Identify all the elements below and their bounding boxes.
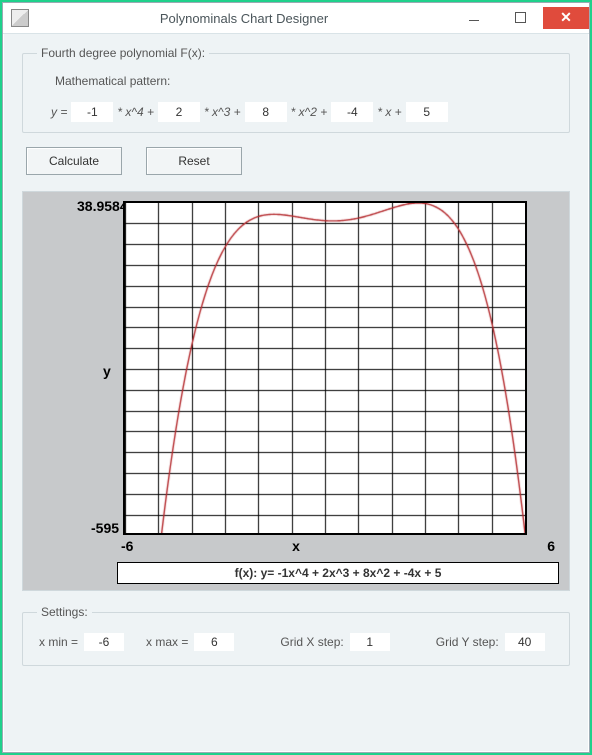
tok-x4: * x^4 + [117,105,154,119]
app-icon [11,9,29,27]
plot-wrapper: 38.9584 y -595 -6 x 6 [29,198,563,556]
x-max-label: 6 [547,538,555,554]
app-window: Polynominals Chart Designer ✕ Fourth deg… [2,2,590,753]
pattern-label: Mathematical pattern: [55,74,555,88]
x-min-label: -6 [121,538,133,554]
polynomial-legend: Fourth degree polynomial F(x): [37,46,209,60]
gridy-label: Grid Y step: [436,635,499,649]
client-area: Fourth degree polynomial F(x): Mathemati… [4,34,588,751]
tok-x2: * x^2 + [291,105,328,119]
function-label: f(x): y= -1x^4 + 2x^3 + 8x^2 + -4x + 5 [117,562,559,584]
coef-x4-input[interactable] [71,102,113,122]
titlebar[interactable]: Polynominals Chart Designer ✕ [3,3,589,34]
coef-x1-input[interactable] [331,102,373,122]
y-axis-label: y [103,363,111,379]
gridy-input[interactable] [505,633,545,651]
xmin-label: x min = [39,635,78,649]
chart-panel: 38.9584 y -595 -6 x 6 f(x): y= -1x^4 + 2… [22,191,570,591]
tok-x1: * x + [377,105,401,119]
y-min-label: -595 [91,520,119,536]
coef-x3-input[interactable] [158,102,200,122]
calculate-button[interactable]: Calculate [26,147,122,175]
xmin-input[interactable] [84,633,124,651]
xmax-input[interactable] [194,633,234,651]
close-button[interactable]: ✕ [543,7,589,29]
maximize-button[interactable] [497,7,543,29]
y-max-label: 38.9584 [77,198,128,214]
polynomial-row: y = * x^4 + * x^3 + * x^2 + * x + [51,102,555,122]
x-axis-label: x [292,538,300,554]
gridx-input[interactable] [350,633,390,651]
coef-x0-input[interactable] [406,102,448,122]
xmax-label: x max = [146,635,188,649]
settings-legend: Settings: [37,605,92,619]
minimize-button[interactable] [451,7,497,29]
reset-button[interactable]: Reset [146,147,242,175]
plot-canvas [123,201,527,535]
coef-x2-input[interactable] [245,102,287,122]
tok-x3: * x^3 + [204,105,241,119]
eq-prefix: y = [51,105,67,119]
gridx-label: Grid X step: [280,635,343,649]
settings-groupbox: Settings: x min = x max = Grid X step: G… [22,605,570,666]
polynomial-groupbox: Fourth degree polynomial F(x): Mathemati… [22,46,570,133]
window-title: Polynominals Chart Designer [37,11,451,26]
